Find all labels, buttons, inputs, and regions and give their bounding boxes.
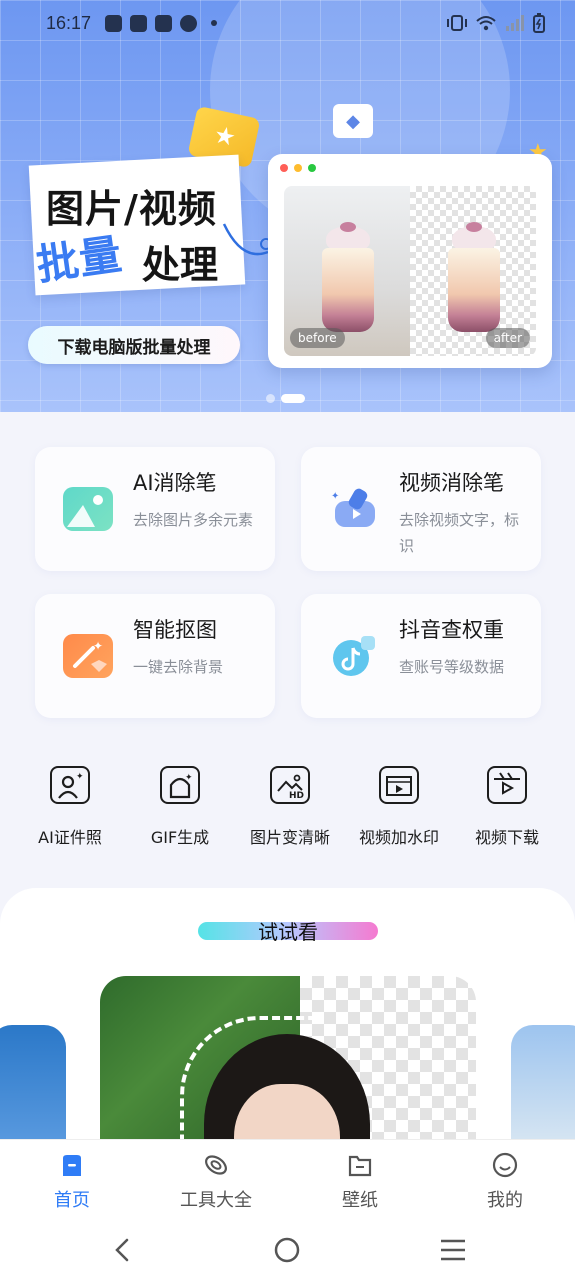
tool-video-download[interactable]: 视频下载 (452, 766, 562, 848)
tool-image-enhance[interactable]: HD 图片变清晰 (235, 766, 345, 848)
banner-title-batch: 批量 (33, 229, 126, 290)
svg-text:✦: ✦ (93, 639, 103, 653)
carousel-next-card[interactable] (511, 1025, 575, 1149)
shopping-bag-icon (155, 14, 173, 32)
vibrate-icon (447, 15, 467, 31)
svg-text:HD: HD (289, 791, 304, 799)
preview-before-image: before (284, 186, 410, 356)
before-after-preview: before after (268, 154, 552, 368)
tool-ai-id-photo[interactable]: ✦ AI证件照 (15, 766, 125, 848)
nav-wallpaper[interactable]: 壁纸 (305, 1152, 415, 1212)
feature-subtitle: 查账号等级数据 (399, 658, 505, 676)
carousel-dot-active (281, 394, 305, 403)
tool-label: 视频加水印 (358, 828, 439, 847)
system-navigation-bar (0, 1223, 575, 1280)
carousel-prev-card[interactable] (0, 1025, 66, 1149)
nav-label: 首页 (54, 1190, 90, 1211)
video-download-icon (487, 766, 527, 804)
tool-label: 视频下载 (474, 828, 539, 847)
back-icon[interactable] (110, 1237, 134, 1263)
home-icon (59, 1152, 85, 1178)
carousel-dot (266, 394, 275, 403)
nav-label: 壁纸 (342, 1190, 378, 1211)
notification-dot-icon (211, 20, 218, 26)
milk-tea-cup (448, 222, 500, 336)
feature-card-douyin-weight[interactable]: 抖音查权重 查账号等级数据 (301, 594, 541, 718)
hd-image-icon: HD (270, 766, 310, 804)
after-tag: after (485, 328, 530, 348)
milk-tea-cup (322, 222, 374, 336)
diamond-icon: ◆ (333, 104, 373, 138)
download-desktop-button[interactable]: 下载电脑版批量处理 (28, 326, 240, 364)
status-right-group (447, 13, 545, 33)
eraser-image-icon (63, 487, 113, 531)
preview-after-image: after (410, 186, 536, 356)
nav-label: 我的 (487, 1190, 523, 1211)
bottom-navigation: 首页 工具大全 壁纸 我的 (0, 1139, 575, 1223)
menu-icon[interactable] (439, 1238, 467, 1262)
svg-text:✦: ✦ (185, 773, 193, 783)
promo-banner[interactable]: 16:17 ★ 图片/视频 批量 处理 下载电脑版批量处理 ◆ ★ before… (0, 0, 575, 412)
compass-icon (180, 14, 198, 32)
battery-icon (533, 13, 545, 33)
feature-subtitle: 去除视频文字，标识 (399, 511, 520, 555)
status-bar: 16:17 (0, 0, 575, 46)
feature-title: AI消除笔 (133, 471, 217, 495)
feature-subtitle: 一键去除背景 (133, 658, 224, 676)
video-eraser-icon: ✦ (329, 487, 379, 531)
feature-card-video-eraser[interactable]: ✦ 视频消除笔 去除视频文字，标识 (301, 447, 541, 571)
wifi-icon (476, 16, 496, 31)
feature-card-ai-eraser[interactable]: AI消除笔 去除图片多余元素 (35, 447, 275, 571)
home-circle-icon[interactable] (274, 1237, 300, 1263)
nav-profile[interactable]: 我的 (450, 1152, 560, 1212)
wallpaper-icon (347, 1152, 373, 1178)
video-watermark-icon (379, 766, 419, 804)
tool-gif-maker[interactable]: ✦ GIF生成 (125, 766, 235, 848)
feature-title: 抖音查权重 (399, 618, 504, 642)
id-photo-icon: ✦ (50, 766, 90, 804)
banner-title-line1: 图片/视频 (46, 187, 217, 231)
feature-subtitle: 去除图片多余元素 (133, 511, 254, 529)
tool-label: AI证件照 (38, 828, 102, 847)
try-title: 试试看 (258, 920, 318, 944)
tool-label: GIF生成 (150, 828, 210, 847)
status-time: 16:17 (46, 12, 92, 33)
tools-icon (203, 1152, 229, 1178)
feature-title: 视频消除笔 (399, 471, 504, 495)
profile-icon (492, 1152, 518, 1178)
signal-icon (506, 15, 524, 31)
shopping-bag-icon (130, 14, 148, 32)
try-it-section: 试试看 (0, 888, 575, 1156)
before-tag: before (290, 328, 345, 348)
window-dots (280, 164, 316, 172)
gif-icon: ✦ (160, 766, 200, 804)
banner-title-process: 处理 (142, 243, 219, 287)
try-sample-image[interactable] (100, 976, 476, 1156)
tool-video-watermark[interactable]: 视频加水印 (344, 766, 454, 848)
tool-label: 图片变清晰 (249, 828, 330, 847)
douyin-icon (329, 634, 379, 678)
shopping-bag-icon (105, 14, 123, 32)
svg-text:✦: ✦ (331, 491, 339, 502)
feature-title: 智能抠图 (133, 618, 217, 642)
nav-tools[interactable]: 工具大全 (161, 1152, 271, 1212)
carousel-indicator (266, 394, 305, 403)
svg-text:✦: ✦ (76, 772, 84, 782)
nav-home[interactable]: 首页 (17, 1152, 127, 1212)
magic-wand-icon: ✦ (63, 634, 113, 678)
feature-card-smart-cutout[interactable]: ✦ 智能抠图 一键去除背景 (35, 594, 275, 718)
nav-label: 工具大全 (180, 1190, 252, 1211)
